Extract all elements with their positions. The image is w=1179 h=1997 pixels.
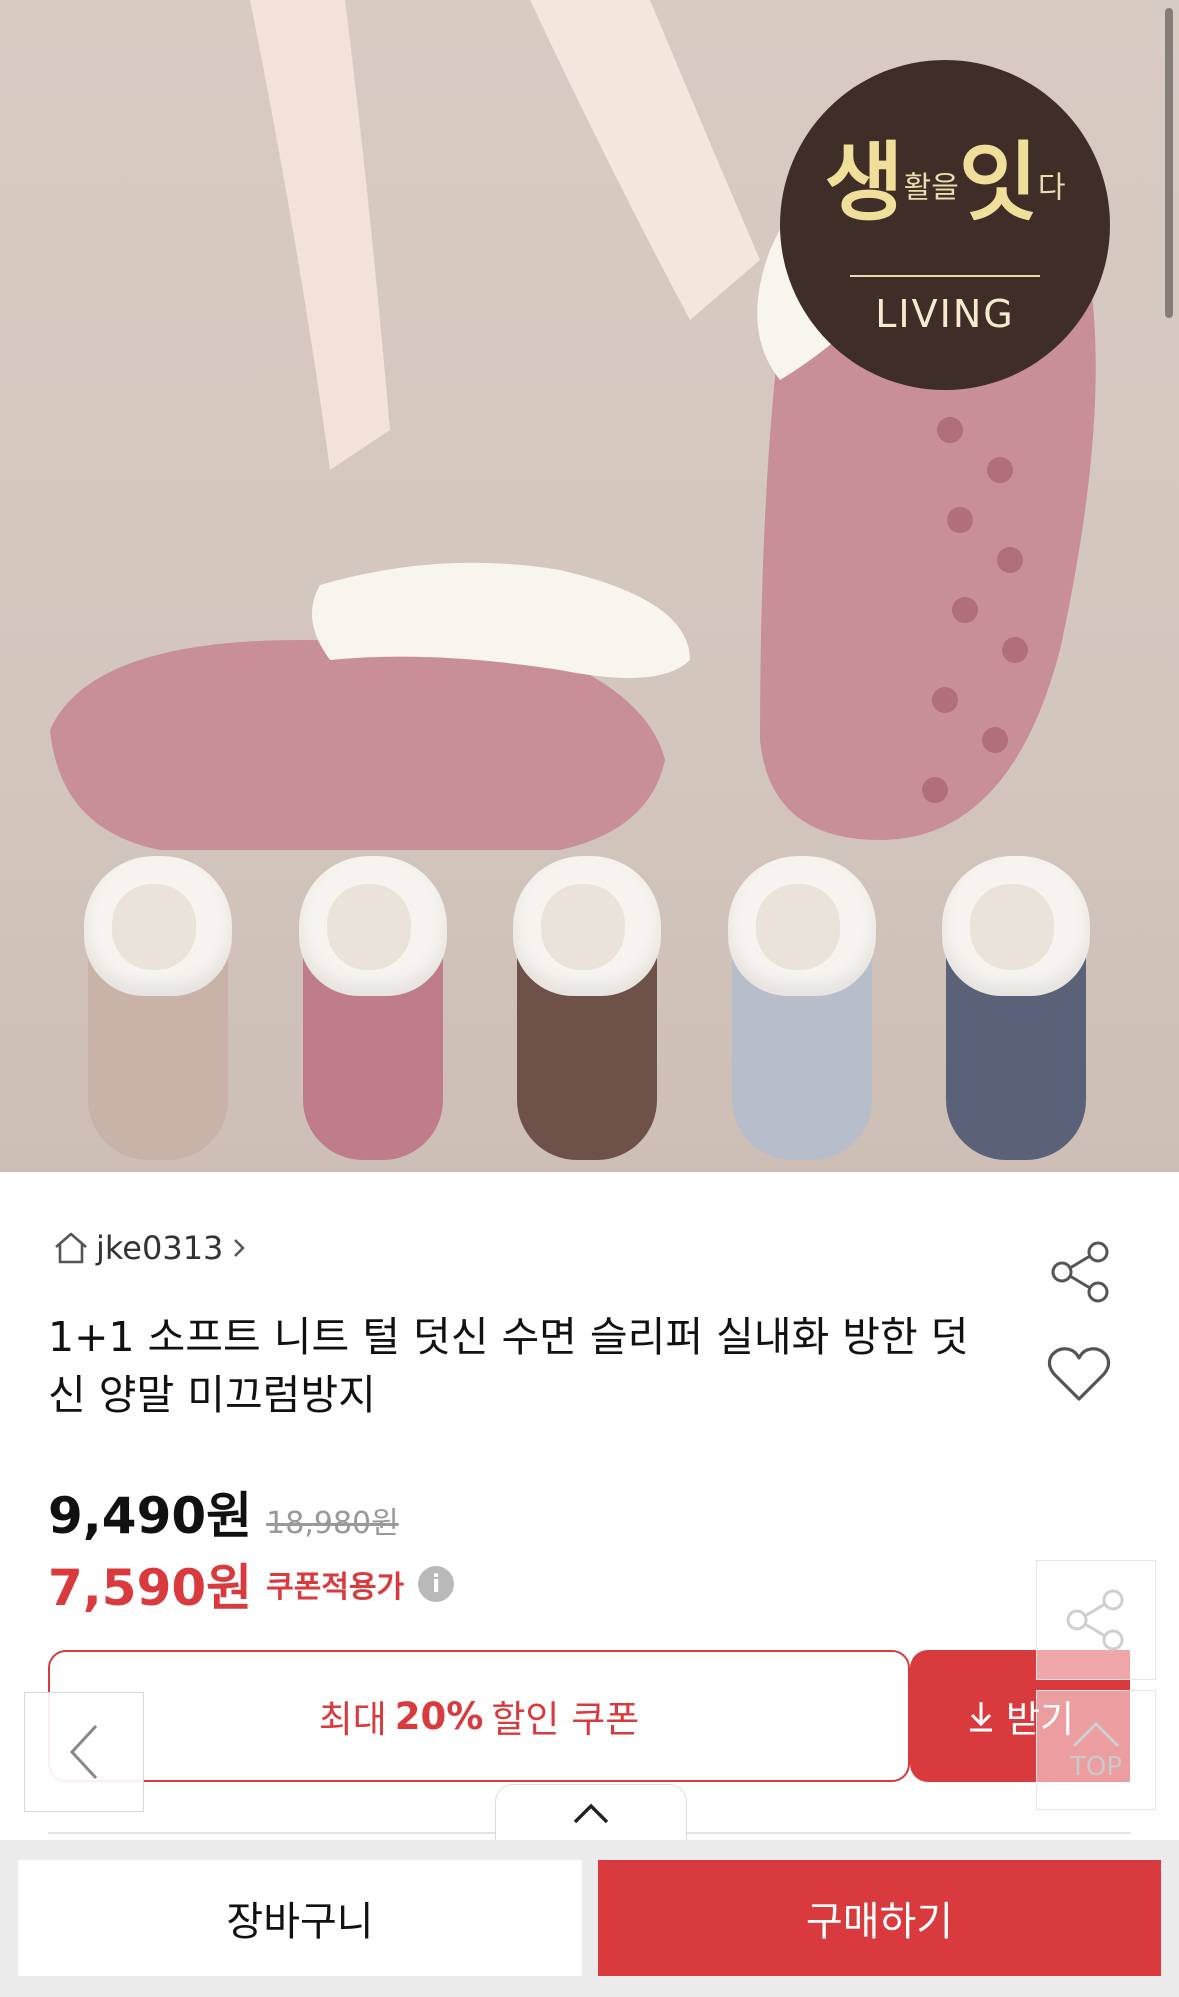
cart-button[interactable]: 장바구니 <box>18 1860 582 1976</box>
home-icon <box>55 1232 87 1264</box>
heart-icon[interactable] <box>1046 1344 1112 1404</box>
scroll-top-button[interactable]: TOP <box>1036 1690 1156 1810</box>
bottom-action-bar: 장바구니 구매하기 <box>0 1840 1179 1997</box>
sock-variant-pink <box>299 856 447 1160</box>
share-icon[interactable] <box>1048 1240 1114 1304</box>
sock-variant-navy <box>942 856 1090 1160</box>
sock-variant-brown <box>513 856 661 1160</box>
expand-handle[interactable] <box>495 1784 687 1841</box>
store-link[interactable]: jke0313 <box>52 1228 249 1268</box>
chevron-left-icon <box>69 1724 98 1780</box>
share-icon <box>1066 1589 1124 1651</box>
coupon-price-label: 쿠폰적용가 <box>266 1570 405 1605</box>
chevron-up-icon <box>573 1803 609 1824</box>
color-variants <box>0 856 1179 1170</box>
product-image: 생활을잇다 LIVING <box>0 0 1179 1172</box>
chevron-up-icon <box>1072 1721 1120 1748</box>
chevron-right-icon <box>234 1239 246 1257</box>
brand-logo: 생활을잇다 LIVING <box>780 60 1110 390</box>
buy-button[interactable]: 구매하기 <box>598 1860 1161 1976</box>
product-title: 1+1 소프트 니트 털 덧신 수면 슬리퍼 실내화 방한 덧신 양말 미끄럼방… <box>48 1313 969 1419</box>
price-row: 9,490원 18,980원 <box>48 1476 399 1548</box>
coupon-banner[interactable]: 최대 20% 할인 쿠폰 <box>48 1650 910 1782</box>
sock-variant-gray <box>728 856 876 1160</box>
sock-variant-beige <box>84 856 232 1160</box>
back-button[interactable] <box>24 1692 144 1812</box>
original-price: 18,980원 <box>266 1506 399 1541</box>
download-icon <box>969 1702 992 1732</box>
store-name: jke0313 <box>96 1229 224 1267</box>
floating-share-button[interactable] <box>1036 1560 1156 1680</box>
coupon-price-row: 7,590원 쿠폰적용가 i <box>48 1548 455 1620</box>
sale-price: 9,490원 <box>48 1487 253 1545</box>
scrollbar[interactable] <box>1165 8 1173 318</box>
info-icon[interactable]: i <box>418 1566 455 1602</box>
coupon-price: 7,590원 <box>48 1559 253 1617</box>
